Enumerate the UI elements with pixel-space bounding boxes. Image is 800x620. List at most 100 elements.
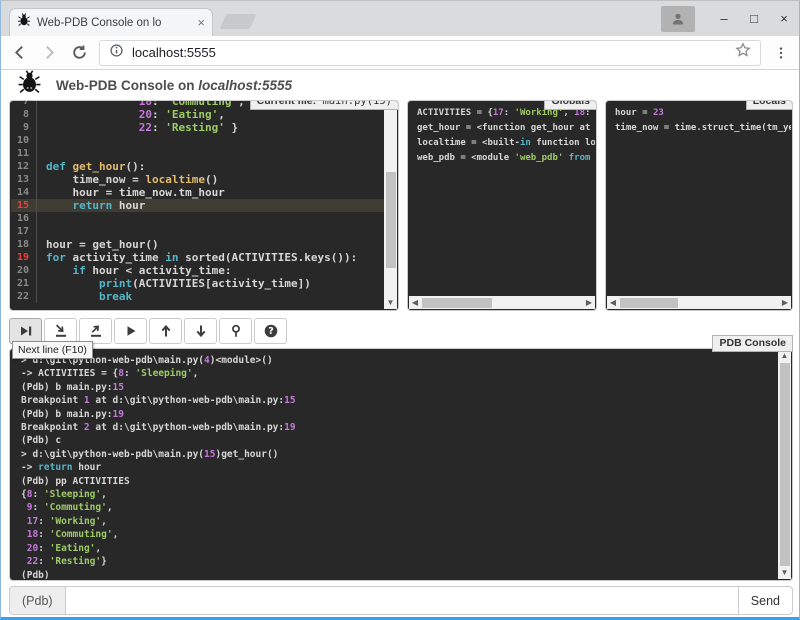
code-content: 20: 'Eating', xyxy=(37,108,225,121)
scroll-left-icon[interactable]: ◀ xyxy=(409,296,421,309)
reload-icon[interactable] xyxy=(69,43,89,63)
line-number[interactable]: 9 xyxy=(11,121,37,134)
code-line: 18hour = get_hour() xyxy=(11,238,384,251)
code-line: 17 xyxy=(11,225,384,238)
code-line: 9 22: 'Resting' } xyxy=(11,121,384,134)
code-content: break xyxy=(37,290,132,303)
code-text-line: > d:\git\python-web-pdb\main.py(15)get_h… xyxy=(21,448,767,461)
scroll-down-icon[interactable]: ▼ xyxy=(778,567,791,579)
code-text-line: get_hour = <function get_hour at 0x xyxy=(417,121,587,136)
next-line-tooltip: Next line (F10) xyxy=(12,341,93,359)
locals-label: Locals xyxy=(746,100,793,110)
console-output[interactable]: > d:\git\python-web-pdb\main.py(4)<modul… xyxy=(11,349,777,579)
scroll-down-icon[interactable]: ▼ xyxy=(384,297,397,309)
console-vertical-scrollbar[interactable]: ▲ ▼ xyxy=(778,350,791,579)
line-number[interactable]: 14 xyxy=(11,186,37,199)
code-text-line: localtime = <built-in function local xyxy=(417,136,587,151)
code-content: return hour xyxy=(37,199,145,212)
code-text-line: (Pdb) b main.py:15 xyxy=(21,381,767,394)
line-number[interactable]: 7 xyxy=(11,101,37,108)
line-number[interactable]: 18 xyxy=(11,238,37,251)
line-number[interactable]: 20 xyxy=(11,264,37,277)
info-icon[interactable] xyxy=(109,43,124,63)
line-number[interactable]: 22 xyxy=(11,290,37,303)
code-viewer[interactable]: 7 18: 'Commuting',8 20: 'Eating',9 22: '… xyxy=(11,101,384,310)
scroll-right-icon[interactable]: ▶ xyxy=(583,296,595,309)
browser-navbar: localhost:5555 xyxy=(1,36,799,70)
code-line: 19for activity_time in sorted(ACTIVITIES… xyxy=(11,251,384,264)
breakpoint-line-number[interactable]: 15 xyxy=(11,199,37,212)
code-text-line: (Pdb) pp ACTIVITIES xyxy=(21,475,767,488)
bookmark-star-icon[interactable] xyxy=(735,42,751,63)
code-vertical-scrollbar[interactable]: ▲ ▼ xyxy=(384,102,397,309)
line-number[interactable]: 12 xyxy=(11,160,37,173)
code-line: 15 return hour xyxy=(11,199,384,212)
url-text[interactable]: localhost:5555 xyxy=(132,45,216,60)
close-window-button[interactable]: × xyxy=(769,4,799,34)
scroll-left-icon[interactable]: ◀ xyxy=(607,296,619,309)
down-stack-button[interactable] xyxy=(184,318,217,344)
code-text-line: (Pdb) xyxy=(21,569,767,580)
locals-content[interactable]: hour = 23time_now = time.struct_time(tm_… xyxy=(607,101,791,296)
help-icon: ? xyxy=(263,323,279,339)
code-content: hour = time_now.tm_hour xyxy=(37,186,225,199)
menu-dots-icon[interactable] xyxy=(771,43,791,63)
code-text-line: {8: 'Sleeping', xyxy=(21,488,767,501)
code-text-line: > d:\git\python-web-pdb\main.py(4)<modul… xyxy=(21,354,767,367)
line-number[interactable]: 11 xyxy=(11,147,37,160)
continue-button[interactable] xyxy=(114,318,147,344)
code-lines: 7 18: 'Commuting',8 20: 'Eating',9 22: '… xyxy=(11,101,384,303)
line-number[interactable]: 8 xyxy=(11,108,37,121)
line-number[interactable]: 10 xyxy=(11,134,37,147)
back-icon[interactable] xyxy=(9,43,29,63)
code-content: 18: 'Commuting', xyxy=(37,101,245,108)
locals-horizontal-scrollbar[interactable]: ◀ ▶ xyxy=(607,296,791,309)
code-line: 21 print(ACTIVITIES[activity_time]) xyxy=(11,277,384,290)
web-pdb-page: Web-PDB Console on localhost:5555 Curren… xyxy=(1,70,799,617)
command-input[interactable] xyxy=(65,586,739,615)
bug-logo-icon xyxy=(17,70,42,100)
pdb-prompt-addon: (Pdb) xyxy=(9,586,65,615)
code-line: 16 xyxy=(11,212,384,225)
send-button[interactable]: Send xyxy=(739,586,793,615)
code-line: 14 hour = time_now.tm_hour xyxy=(11,186,384,199)
address-bar[interactable]: localhost:5555 xyxy=(99,40,761,66)
line-number[interactable]: 13 xyxy=(11,173,37,186)
help-button[interactable]: ? xyxy=(254,318,287,344)
browser-tab[interactable]: Web-PDB Console on lo × xyxy=(9,8,213,36)
minimize-button[interactable]: – xyxy=(709,4,739,34)
bug-favicon-icon xyxy=(17,13,31,32)
code-content: print(ACTIVITIES[activity_time]) xyxy=(37,277,311,290)
code-text-line: 20: 'Eating', xyxy=(21,542,767,555)
code-content: if hour < activity_time: xyxy=(37,264,231,277)
breakpoint-line-number[interactable]: 19 xyxy=(11,251,37,264)
code-content: time_now = localtime() xyxy=(37,173,218,186)
code-text-line: Breakpoint 2 at d:\git\python-web-pdb\ma… xyxy=(21,421,767,434)
tab-close-icon[interactable]: × xyxy=(197,16,205,29)
pdb-console-panel: PDB Console > d:\git\python-web-pdb\main… xyxy=(9,348,793,581)
code-line: 13 time_now = localtime() xyxy=(11,173,384,186)
locals-panel: Locals hour = 23time_now = time.struct_t… xyxy=(605,100,793,311)
code-line: 22 break xyxy=(11,290,384,303)
profile-button[interactable] xyxy=(661,6,695,32)
up-stack-button[interactable] xyxy=(149,318,182,344)
maximize-button[interactable]: □ xyxy=(739,4,769,34)
line-number[interactable]: 17 xyxy=(11,225,37,238)
line-number[interactable]: 21 xyxy=(11,277,37,290)
scroll-right-icon[interactable]: ▶ xyxy=(779,296,791,309)
code-content xyxy=(37,225,53,238)
code-text-line: 22: 'Resting'} xyxy=(21,555,767,568)
globals-horizontal-scrollbar[interactable]: ◀ ▶ xyxy=(409,296,595,309)
line-number[interactable]: 16 xyxy=(11,212,37,225)
page-title: Web-PDB Console on localhost:5555 xyxy=(56,78,292,93)
new-tab-button[interactable] xyxy=(220,14,257,29)
code-text-line: 18: 'Commuting', xyxy=(21,528,767,541)
up-arrow-icon xyxy=(158,323,174,339)
tab-title: Web-PDB Console on lo xyxy=(37,17,191,29)
code-text-line: 9: 'Commuting', xyxy=(21,501,767,514)
forward-icon[interactable] xyxy=(39,43,59,63)
code-line: 11 xyxy=(11,147,384,160)
globals-content[interactable]: ACTIVITIES = {17: 'Working', 18: 'Cget_h… xyxy=(409,101,595,296)
where-button[interactable] xyxy=(219,318,252,344)
browser-titlebar: Web-PDB Console on lo × – □ × xyxy=(1,1,799,36)
